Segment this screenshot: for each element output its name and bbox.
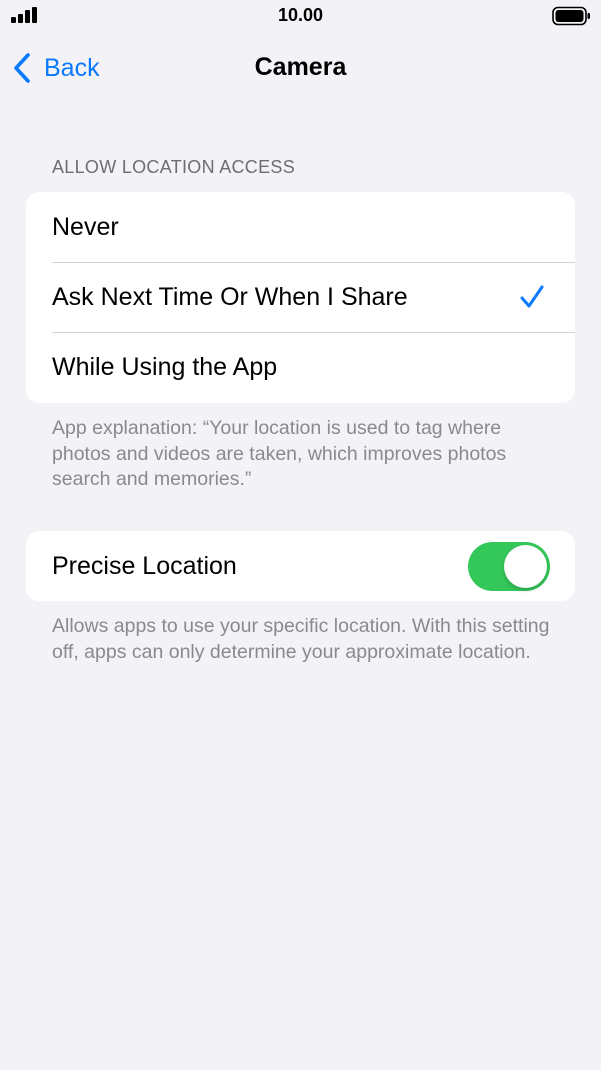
precise-location-group: Precise Location: [26, 531, 575, 601]
option-label: While Using the App: [52, 352, 278, 381]
status-time: 10.00: [277, 5, 324, 25]
checkmark-icon: [519, 284, 545, 317]
option-label: Never: [52, 212, 119, 241]
precise-location-note: Allows apps to use your specific locatio…: [52, 615, 550, 663]
battery-icon: [552, 6, 592, 26]
option-label: Ask Next Time Or When I Share: [52, 282, 408, 311]
status-bar: 10.00: [0, 0, 601, 34]
app-explanation-text: App explanation: “Your location is used …: [52, 417, 507, 490]
precise-location-row: Precise Location: [26, 531, 575, 601]
precise-location-label: Precise Location: [52, 551, 237, 580]
option-ask-next-time[interactable]: Ask Next Time Or When I Share: [26, 262, 575, 332]
option-while-using-app[interactable]: While Using the App: [26, 332, 575, 402]
toggle-knob: [504, 545, 547, 588]
page-title: Camera: [254, 53, 347, 81]
section-header-location-access: ALLOW LOCATION ACCESS: [52, 157, 296, 177]
option-never[interactable]: Never: [26, 192, 575, 262]
navigation-bar: Back Camera: [0, 40, 601, 96]
location-access-options: Never Ask Next Time Or When I Share Whil…: [26, 192, 575, 403]
precise-location-toggle[interactable]: [468, 542, 550, 591]
